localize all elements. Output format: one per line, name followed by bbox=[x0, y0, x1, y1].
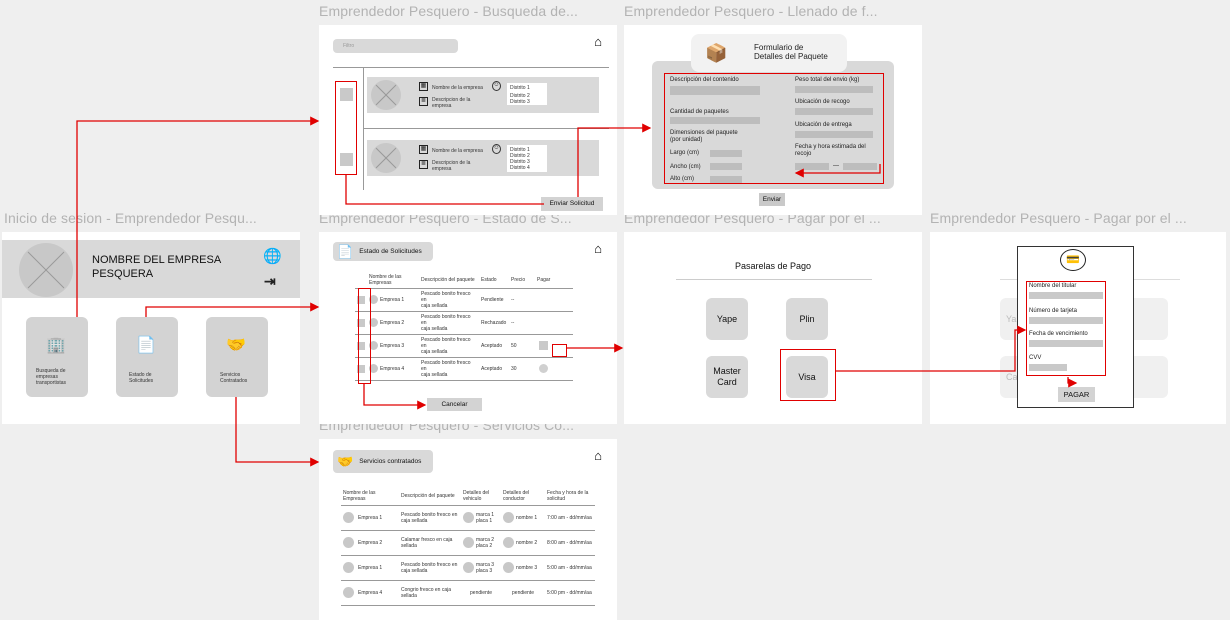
connector-home-to-busqueda bbox=[76, 116, 320, 317]
connector-card-to-pay bbox=[1067, 377, 1078, 388]
connector-busqueda-select bbox=[345, 175, 544, 205]
connector-visa-to-card bbox=[836, 325, 1027, 372]
connector-form-enviar bbox=[794, 164, 881, 178]
connector-estado-cancel bbox=[363, 384, 427, 410]
connector-busqueda-to-form bbox=[577, 123, 652, 197]
connector-home-to-servicios bbox=[235, 397, 320, 467]
flow-connectors bbox=[76, 116, 1078, 467]
connector-home-to-estado bbox=[145, 302, 320, 317]
